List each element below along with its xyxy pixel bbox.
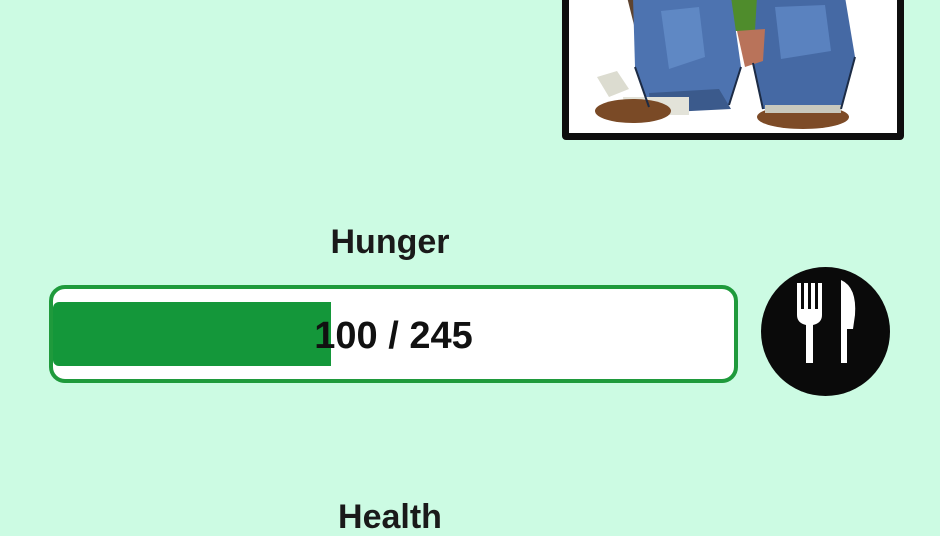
fork-knife-icon xyxy=(797,280,856,363)
character-portrait xyxy=(562,0,904,140)
hunger-bar: 100 / 245 xyxy=(49,285,738,383)
character-image xyxy=(569,0,897,133)
hunger-value: 100 / 245 xyxy=(314,314,473,357)
eat-button[interactable] xyxy=(761,267,890,396)
hunger-label: Hunger xyxy=(330,223,450,261)
